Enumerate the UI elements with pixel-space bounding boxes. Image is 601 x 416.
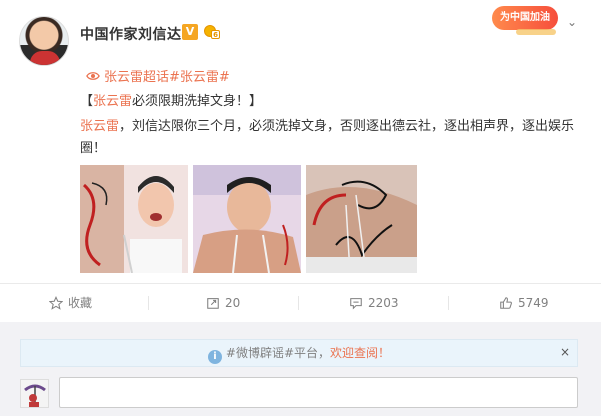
like-count: 5749 bbox=[518, 296, 549, 310]
comment-button[interactable]: 2203 bbox=[349, 284, 399, 322]
notice-link[interactable]: 欢迎查阅！ bbox=[330, 346, 390, 360]
photo-1-image bbox=[80, 165, 188, 273]
action-bar: 收藏 20 2203 5749 bbox=[0, 284, 601, 322]
like-button[interactable]: 5749 bbox=[499, 284, 549, 322]
close-icon[interactable]: × bbox=[558, 345, 572, 359]
promo-badge-decoration bbox=[516, 29, 556, 35]
post-title: 【张云雷必须限期洗掉文身！】 bbox=[80, 93, 262, 111]
title-rest: 必须限期洗掉文身！】 bbox=[132, 94, 263, 109]
action-separator bbox=[148, 296, 149, 310]
notice-text: #微博辟谣#平台， bbox=[225, 346, 331, 360]
repost-count: 20 bbox=[225, 296, 241, 310]
topic-link[interactable]: 张云雷超话#张云雷# bbox=[86, 69, 230, 85]
topic-text: 张云雷超话#张云雷# bbox=[104, 70, 230, 85]
promo-badge[interactable]: 为中国加油 bbox=[492, 6, 558, 30]
fan-badge-number: 6 bbox=[211, 30, 220, 39]
weibo-post-card: 中国作家刘信达 V 6 为中国加油 ⌄ 张云雷超话#张云雷# 【张云雷必须限期洗… bbox=[0, 0, 601, 416]
current-user-avatar bbox=[20, 379, 49, 408]
photo-2-image bbox=[193, 165, 301, 273]
comment-input[interactable] bbox=[59, 377, 578, 408]
rumor-notice-banner: i #微博辟谣#平台，欢迎查阅！ bbox=[20, 339, 578, 367]
action-separator bbox=[448, 296, 449, 310]
comment-count: 2203 bbox=[368, 296, 399, 310]
photo-3[interactable] bbox=[306, 165, 417, 273]
info-icon: i bbox=[207, 350, 222, 364]
verified-badge-icon: V bbox=[182, 24, 198, 40]
author-name[interactable]: 中国作家刘信达 bbox=[80, 24, 182, 44]
post-body: 张云雷，刘信达限你三个月，必须洗掉文身，否则逐出德云社，逐出相声界，逐出娱乐圈！ bbox=[80, 116, 580, 160]
user-avatar-image bbox=[21, 380, 48, 407]
favorite-label: 收藏 bbox=[68, 296, 93, 310]
star-icon bbox=[49, 296, 63, 310]
comment-icon bbox=[350, 298, 362, 310]
chevron-down-icon[interactable]: ⌄ bbox=[564, 14, 580, 30]
photo-3-image bbox=[306, 165, 417, 273]
avatar-shirt bbox=[30, 51, 60, 65]
repost-button[interactable]: 20 bbox=[206, 284, 240, 322]
favorite-button[interactable]: 收藏 bbox=[49, 284, 92, 322]
thumbs-up-icon bbox=[500, 297, 512, 309]
action-separator bbox=[298, 296, 299, 310]
fan-badge-icon: 6 bbox=[202, 24, 220, 40]
photo-1[interactable] bbox=[80, 165, 188, 273]
eye-icon bbox=[86, 72, 100, 80]
body-mention-link[interactable]: 张云雷 bbox=[80, 119, 119, 134]
photo-2[interactable] bbox=[193, 165, 301, 273]
title-mention-link[interactable]: 张云雷 bbox=[93, 94, 132, 109]
title-open: 【 bbox=[80, 94, 94, 109]
body-text: ，刘信达限你三个月，必须洗掉文身，否则逐出德云社，逐出相声界，逐出娱乐圈！ bbox=[80, 119, 575, 156]
author-avatar[interactable] bbox=[19, 16, 69, 66]
repost-icon bbox=[207, 298, 219, 309]
